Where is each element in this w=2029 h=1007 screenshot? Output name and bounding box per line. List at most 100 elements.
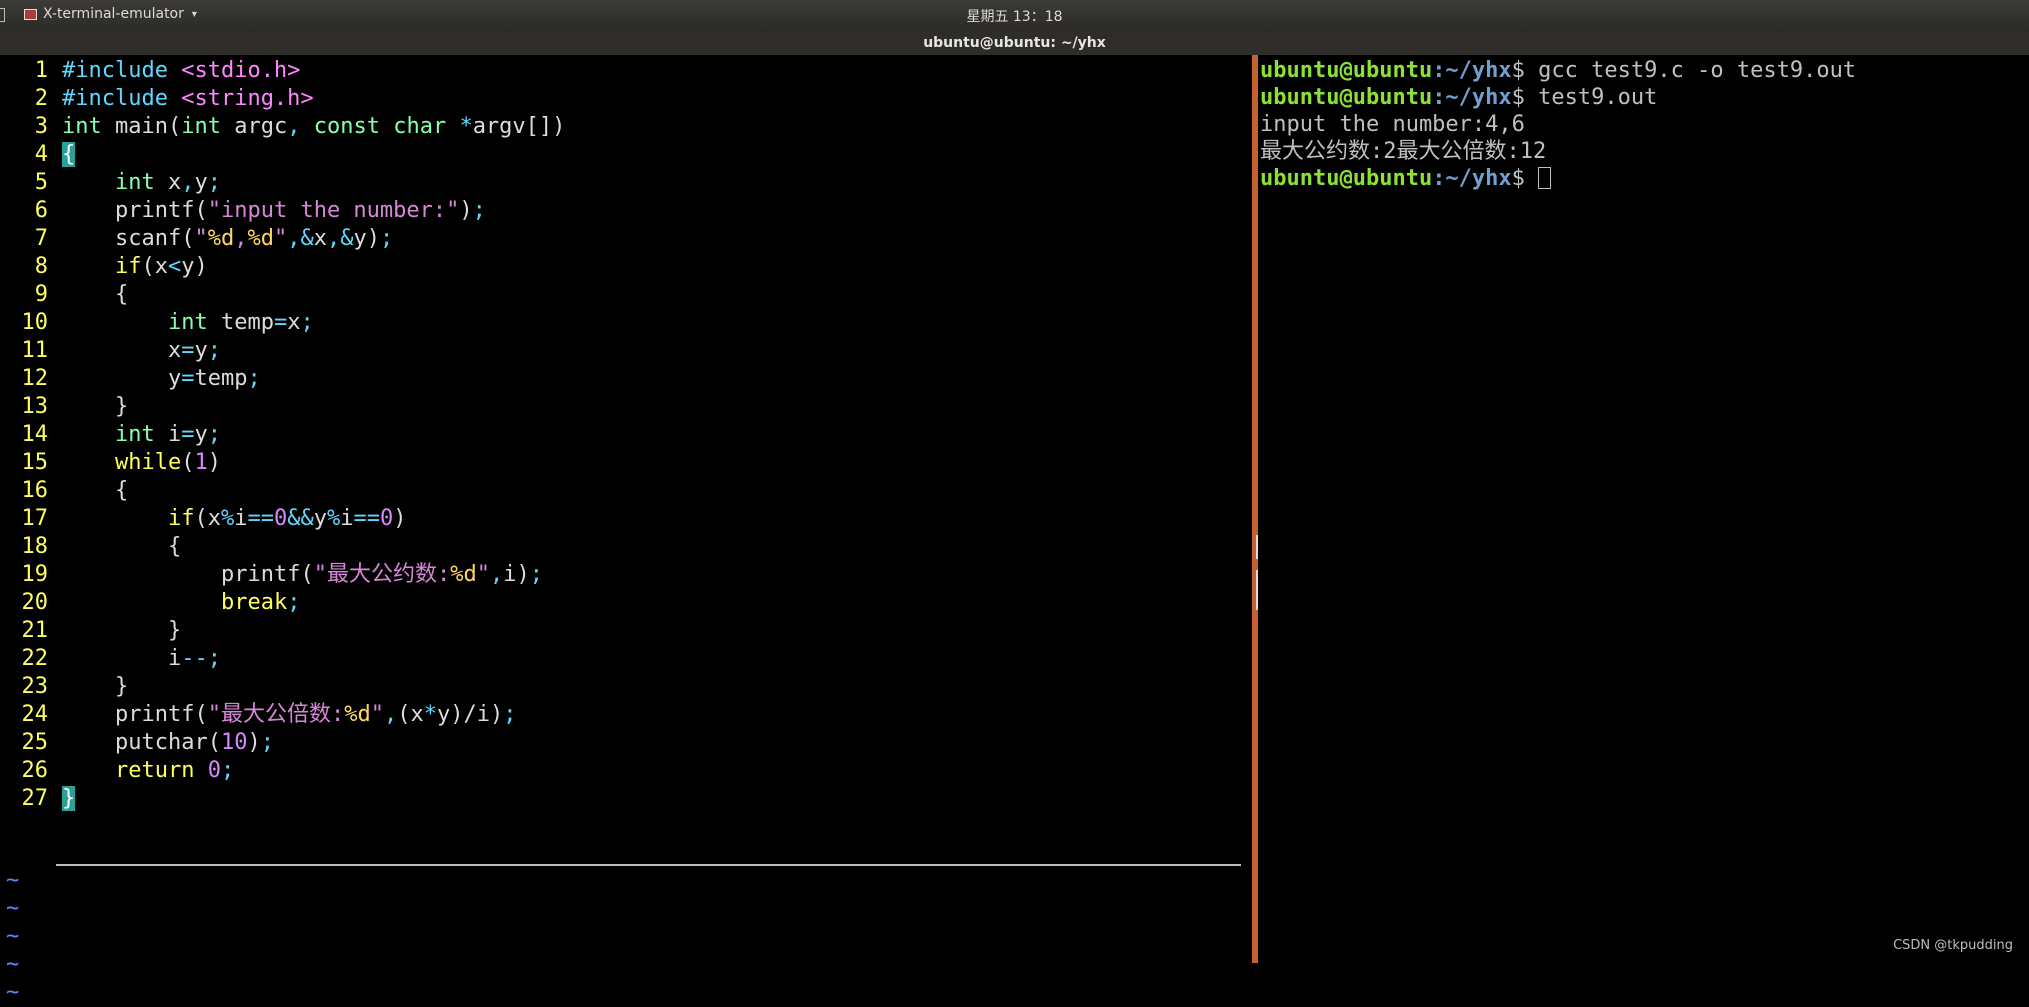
line-text[interactable]: int temp=x; [62,310,314,335]
prompt-user: ubuntu@ubuntu [1260,85,1433,110]
line-number: 1 [34,58,48,83]
prompt-path: :~/yhx [1432,85,1512,110]
line-text[interactable]: printf("input the number:"); [62,198,486,223]
line-number: 26 [21,758,49,783]
line-number: 19 [21,562,49,587]
line-number: 24 [21,702,49,727]
code-line[interactable]: 1 #include <stdio.h> [6,57,565,85]
line-text[interactable]: if(x%i==0&&y%i==0) [62,506,407,531]
terminal-output[interactable]: ubuntu@ubuntu:~/yhx$ gcc test9.c -o test… [1260,57,1856,192]
line-number: 27 [21,786,49,811]
line-text[interactable]: return 0; [62,758,234,783]
code-line[interactable]: 25 putchar(10); [6,729,565,757]
prompt-line: ubuntu@ubuntu:~/yhx$ [1260,165,1856,192]
line-text[interactable]: if(x<y) [62,254,208,279]
code-line[interactable]: 21 } [6,617,565,645]
code-line[interactable]: 12 y=temp; [6,365,565,393]
line-number: 7 [34,226,48,251]
tilde-marker: ~ [6,896,20,921]
line-text[interactable]: { [62,478,128,503]
text-cursor[interactable] [1538,167,1552,189]
line-text[interactable]: } [62,394,128,419]
code-line[interactable]: 18 { [6,533,565,561]
code-line[interactable]: 8 if(x<y) [6,253,565,281]
line-number: 13 [21,394,49,419]
line-text[interactable]: x=y; [62,338,221,363]
line-text[interactable]: i--; [62,646,221,671]
line-number: 9 [34,282,48,307]
line-number: 21 [21,618,49,643]
code-line[interactable]: 24 printf("最大公倍数:%d",(x*y)/i); [6,701,565,729]
line-number: 4 [34,142,48,167]
code-line[interactable]: 11 x=y; [6,337,565,365]
code-line[interactable]: 27} [6,785,565,813]
line-number: 20 [21,590,49,615]
line-text[interactable]: break; [62,590,300,615]
line-text[interactable]: printf("最大公约数:%d",i); [62,562,543,587]
line-text[interactable]: int main(int argc, const char *argv[]) [62,114,565,139]
line-text[interactable]: while(1) [62,450,221,475]
tilde-marker: ~ [6,868,20,893]
line-number: 10 [21,310,49,335]
line-number: 12 [21,366,49,391]
code-line[interactable]: 20 break; [6,589,565,617]
line-number: 15 [21,450,49,475]
line-text[interactable]: int x,y; [62,170,221,195]
code-line[interactable]: 2 #include <string.h> [6,85,565,113]
line-text[interactable]: #include <string.h> [62,86,314,111]
line-text[interactable]: putchar(10); [62,730,274,755]
code-line[interactable]: 19 printf("最大公约数:%d",i); [6,561,565,589]
system-top-bar: X-terminal-emulator ▾ 星期五 13：18 [0,0,2029,31]
code-line[interactable]: 9 { [6,281,565,309]
code-line[interactable]: 6 printf("input the number:"); [6,197,565,225]
clock[interactable]: 星期五 13：18 [0,6,2029,26]
code-line[interactable]: 17 if(x%i==0&&y%i==0) [6,505,565,533]
line-number: 14 [21,422,49,447]
line-number: 23 [21,674,49,699]
line-text[interactable]: { [62,282,128,307]
code-line[interactable]: 15 while(1) [6,449,565,477]
line-number: 5 [34,170,48,195]
code-line[interactable]: 22 i--; [6,645,565,673]
code-line[interactable]: 4{ [6,141,565,169]
line-text[interactable]: { [62,534,181,559]
empty-line-markers: ~ ~ ~ ~ ~ [6,867,19,1007]
line-text[interactable]: printf("最大公倍数:%d",(x*y)/i); [62,702,516,727]
code-buffer[interactable]: 1 #include <stdio.h> 2 #include <string.h> 3… [6,57,565,813]
command-text: test9.out [1538,85,1658,110]
window-title: ubuntu@ubuntu: ~/yhx [0,31,2029,55]
prompt-path: :~/yhx [1432,166,1512,191]
line-text[interactable]: int i=y; [62,422,221,447]
code-line[interactable]: 13 } [6,393,565,421]
line-text[interactable]: } [62,786,76,811]
line-text[interactable]: scanf("%d,%d",&x,&y); [62,226,393,251]
code-line[interactable]: 14 int i=y; [6,421,565,449]
code-line[interactable]: 7 scanf("%d,%d",&x,&y); [6,225,565,253]
line-text[interactable]: y=temp; [62,366,261,391]
line-number: 2 [34,86,48,111]
vim-editor-pane[interactable]: 1 #include <stdio.h> 2 #include <string.h> 3… [0,55,1252,1005]
code-line[interactable]: 26 return 0; [6,757,565,785]
shell-pane[interactable]: ubuntu@ubuntu:~/yhx$ gcc test9.c -o test… [1258,55,2029,963]
code-line[interactable]: 10 int temp=x; [6,309,565,337]
line-number: 6 [34,198,48,223]
line-text[interactable]: #include <stdio.h> [62,58,300,83]
cursorline-rule [56,864,1241,866]
line-number: 17 [21,506,49,531]
code-line[interactable]: 23 } [6,673,565,701]
prompt-line: ubuntu@ubuntu:~/yhx$ test9.out [1260,84,1856,111]
prompt-line: ubuntu@ubuntu:~/yhx$ gcc test9.c -o test… [1260,57,1856,84]
watermark: CSDN @tkpudding [1893,938,2013,953]
code-line[interactable]: 16 { [6,477,565,505]
output-line: input the number:4,6 [1260,112,1525,137]
prompt-sign: $ [1511,58,1539,83]
line-number: 16 [21,478,49,503]
matched-brace: { [62,142,76,167]
line-text[interactable]: { [62,142,76,167]
line-text[interactable]: } [62,618,181,643]
command-text: gcc test9.c -o test9.out [1538,58,1857,83]
prompt-sign: $ [1511,85,1539,110]
code-line[interactable]: 3 int main(int argc, const char *argv[]) [6,113,566,141]
code-line[interactable]: 5 int x,y; [6,169,565,197]
line-text[interactable]: } [62,674,128,699]
